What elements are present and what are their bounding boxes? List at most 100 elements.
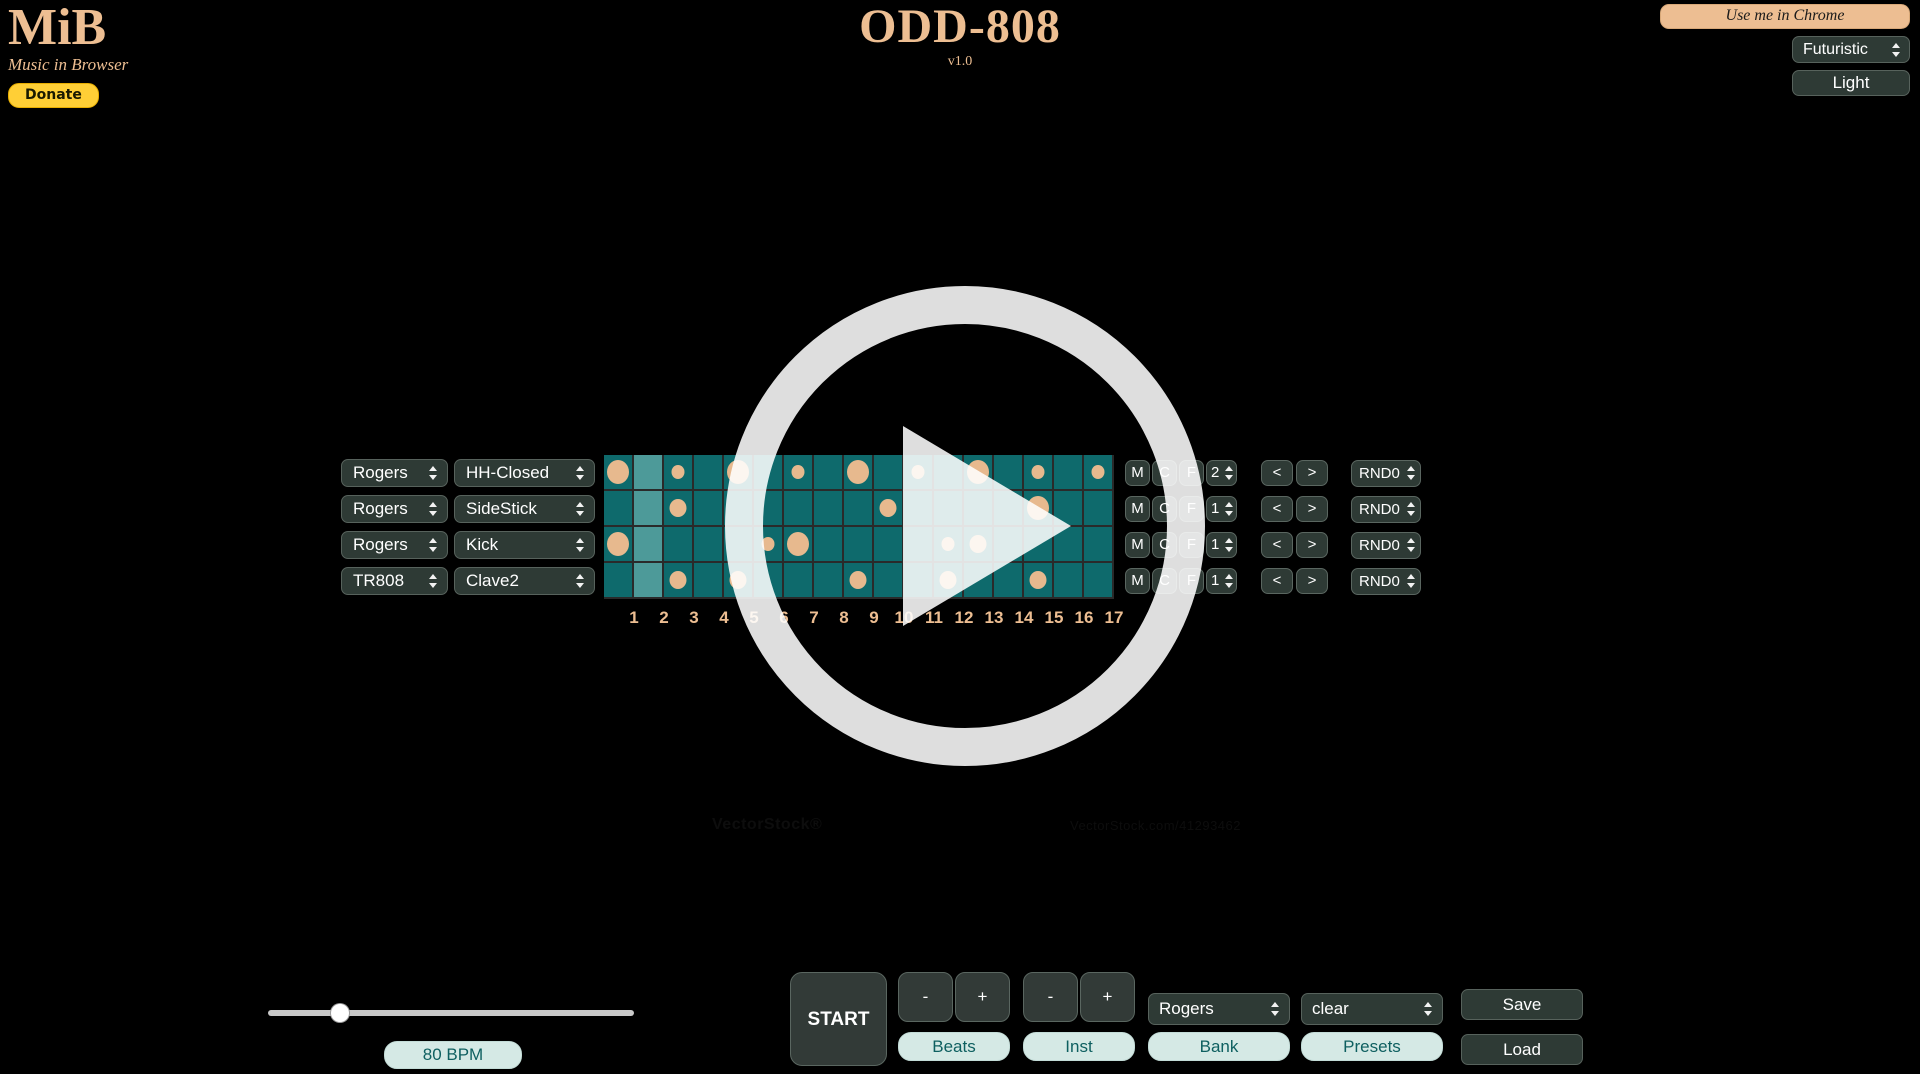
step-cell[interactable]: [664, 527, 694, 563]
row-bank-select[interactable]: Rogers: [341, 495, 448, 523]
row-mute-button[interactable]: M: [1125, 496, 1150, 522]
step-cell[interactable]: [934, 527, 964, 563]
row-shift-left-button[interactable]: <: [1261, 460, 1293, 486]
step-cell[interactable]: [814, 455, 844, 491]
step-cell[interactable]: [844, 563, 874, 599]
step-cell[interactable]: [604, 563, 634, 599]
step-cell[interactable]: [904, 455, 934, 491]
row-fill-button[interactable]: F: [1179, 496, 1204, 522]
row-instrument-select[interactable]: HH-Closed: [454, 459, 595, 487]
row-bank-select[interactable]: Rogers: [341, 459, 448, 487]
row-clear-button[interactable]: C: [1152, 568, 1177, 594]
row-shift-right-button[interactable]: >: [1296, 568, 1328, 594]
step-cell[interactable]: [994, 455, 1024, 491]
step-cell[interactable]: [1054, 491, 1084, 527]
inst-plus-button[interactable]: +: [1080, 972, 1135, 1022]
row-random-select[interactable]: RND0: [1351, 531, 1421, 559]
step-cell[interactable]: [754, 563, 784, 599]
step-cell[interactable]: [1024, 527, 1054, 563]
step-cell[interactable]: [1054, 527, 1084, 563]
step-cell[interactable]: [604, 491, 634, 527]
row-bank-select[interactable]: Rogers: [341, 531, 448, 559]
use-in-chrome-badge[interactable]: Use me in Chrome: [1660, 4, 1910, 29]
row-clear-button[interactable]: C: [1152, 460, 1177, 486]
step-cell[interactable]: [934, 491, 964, 527]
step-cell[interactable]: [994, 527, 1024, 563]
beats-plus-button[interactable]: +: [955, 972, 1010, 1022]
step-cell[interactable]: [1024, 491, 1054, 527]
row-random-select[interactable]: RND0: [1351, 567, 1421, 595]
row-shift-left-button[interactable]: <: [1261, 532, 1293, 558]
step-cell[interactable]: [844, 491, 874, 527]
step-cell[interactable]: [1054, 455, 1084, 491]
inst-minus-button[interactable]: -: [1023, 972, 1078, 1022]
step-cell[interactable]: [874, 563, 904, 599]
step-cell[interactable]: [634, 563, 664, 599]
row-random-select[interactable]: RND0: [1351, 495, 1421, 523]
step-cell[interactable]: [1084, 563, 1114, 599]
row-repeat-stepper[interactable]: 1: [1206, 568, 1237, 594]
row-shift-right-button[interactable]: >: [1296, 532, 1328, 558]
step-cell[interactable]: [784, 455, 814, 491]
step-cell[interactable]: [604, 527, 634, 563]
step-cell[interactable]: [604, 455, 634, 491]
step-cell[interactable]: [784, 527, 814, 563]
step-cell[interactable]: [724, 455, 754, 491]
row-shift-right-button[interactable]: >: [1296, 460, 1328, 486]
load-button[interactable]: Load: [1461, 1034, 1583, 1065]
step-cell[interactable]: [814, 491, 844, 527]
step-cell[interactable]: [664, 491, 694, 527]
step-cell[interactable]: [874, 491, 904, 527]
theme-select[interactable]: Futuristic: [1792, 36, 1910, 63]
row-clear-button[interactable]: C: [1152, 496, 1177, 522]
step-cell[interactable]: [664, 563, 694, 599]
row-mute-button[interactable]: M: [1125, 532, 1150, 558]
step-cell[interactable]: [724, 563, 754, 599]
step-cell[interactable]: [754, 527, 784, 563]
row-clear-button[interactable]: C: [1152, 532, 1177, 558]
step-cell[interactable]: [994, 491, 1024, 527]
step-cell[interactable]: [964, 527, 994, 563]
row-instrument-select[interactable]: Clave2: [454, 567, 595, 595]
step-cell[interactable]: [814, 527, 844, 563]
step-cell[interactable]: [754, 491, 784, 527]
step-cell[interactable]: [694, 527, 724, 563]
row-mute-button[interactable]: M: [1125, 460, 1150, 486]
step-cell[interactable]: [1084, 491, 1114, 527]
step-cell[interactable]: [844, 455, 874, 491]
step-cell[interactable]: [904, 527, 934, 563]
step-cell[interactable]: [754, 455, 784, 491]
step-cell[interactable]: [994, 563, 1024, 599]
row-shift-right-button[interactable]: >: [1296, 496, 1328, 522]
step-cell[interactable]: [1084, 455, 1114, 491]
step-cell[interactable]: [964, 491, 994, 527]
step-cell[interactable]: [874, 527, 904, 563]
row-shift-left-button[interactable]: <: [1261, 496, 1293, 522]
step-cell[interactable]: [784, 563, 814, 599]
step-cell[interactable]: [814, 563, 844, 599]
step-cell[interactable]: [664, 455, 694, 491]
donate-button[interactable]: Donate: [8, 82, 99, 108]
step-cell[interactable]: [1024, 563, 1054, 599]
bank-select[interactable]: Rogers: [1148, 993, 1290, 1025]
row-bank-select[interactable]: TR808: [341, 567, 448, 595]
row-repeat-stepper[interactable]: 1: [1206, 496, 1237, 522]
row-shift-left-button[interactable]: <: [1261, 568, 1293, 594]
step-cell[interactable]: [1054, 563, 1084, 599]
bpm-slider-thumb[interactable]: [331, 1004, 349, 1022]
row-fill-button[interactable]: F: [1179, 568, 1204, 594]
row-fill-button[interactable]: F: [1179, 532, 1204, 558]
step-cell[interactable]: [634, 455, 664, 491]
row-mute-button[interactable]: M: [1125, 568, 1150, 594]
step-cell[interactable]: [1084, 527, 1114, 563]
step-cell[interactable]: [724, 491, 754, 527]
bpm-slider-track[interactable]: [268, 1010, 634, 1016]
row-instrument-select[interactable]: Kick: [454, 531, 595, 559]
presets-select[interactable]: clear: [1301, 993, 1443, 1025]
step-cell[interactable]: [964, 563, 994, 599]
light-mode-button[interactable]: Light: [1792, 70, 1910, 96]
step-cell[interactable]: [694, 563, 724, 599]
bpm-slider[interactable]: [268, 1004, 638, 1022]
row-instrument-select[interactable]: SideStick: [454, 495, 595, 523]
step-cell[interactable]: [634, 527, 664, 563]
